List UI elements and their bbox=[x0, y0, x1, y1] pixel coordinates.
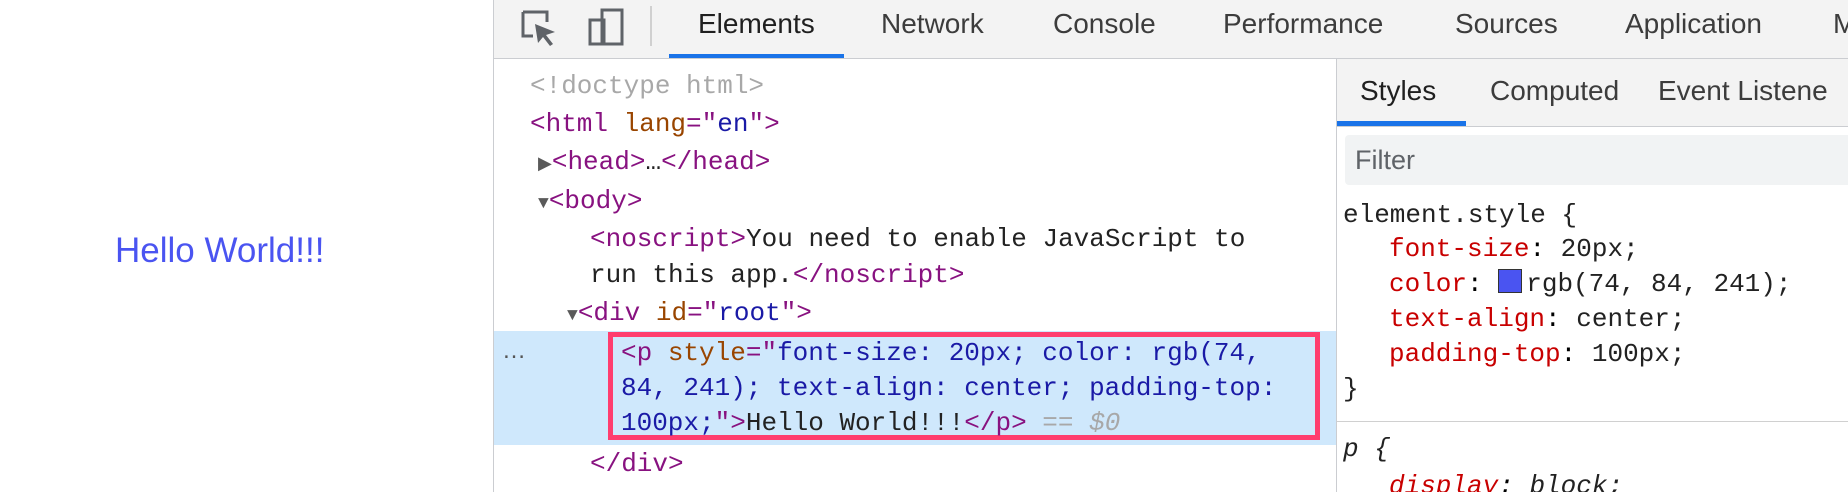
style-prop-text-align[interactable]: text-align: center; bbox=[1389, 304, 1685, 334]
tab-application[interactable]: Application bbox=[1625, 0, 1762, 58]
tab-sources[interactable]: Sources bbox=[1455, 0, 1558, 58]
prop-name: color bbox=[1389, 269, 1468, 299]
style-prop-color[interactable]: color: rgb(74, 84, 241); bbox=[1389, 269, 1791, 299]
noscript-node[interactable]: <noscript>You need to enable JavaScript … bbox=[590, 224, 1245, 254]
attr-eq: =" bbox=[686, 109, 718, 139]
console-ref: $0 bbox=[1089, 408, 1121, 438]
tag-close: "> bbox=[714, 408, 746, 438]
tab-event-listeners[interactable]: Event Listene bbox=[1658, 59, 1828, 126]
devtools-toolbar: Elements Network Console Performance Sou… bbox=[494, 0, 1848, 59]
tag-open: <head> bbox=[551, 147, 646, 177]
attr-value: en bbox=[717, 109, 749, 139]
prop-value: rgb(74, 84, 241); bbox=[1526, 269, 1792, 299]
tag-close: </p> bbox=[964, 408, 1027, 438]
html-node[interactable]: <html lang="en"> bbox=[530, 109, 780, 139]
attr-eq: =" bbox=[745, 338, 778, 368]
tab-more[interactable]: M bbox=[1833, 0, 1848, 58]
prop-name: text-align bbox=[1389, 304, 1546, 334]
filter-placeholder: Filter bbox=[1355, 145, 1415, 175]
color-swatch-icon[interactable] bbox=[1498, 269, 1523, 293]
active-tab-indicator bbox=[669, 54, 844, 58]
head-node[interactable]: ▶<head>…</head> bbox=[538, 147, 770, 177]
inspect-element-icon[interactable] bbox=[519, 8, 559, 48]
body-node[interactable]: ▼<body> bbox=[538, 186, 642, 216]
tag-open: <p bbox=[621, 338, 653, 368]
prop-name: padding-top bbox=[1389, 339, 1561, 369]
node-text: You need to enable JavaScript to bbox=[746, 224, 1246, 254]
p-node[interactable]: <p style="font-size: 20px; color: rgb(74… bbox=[621, 338, 1261, 368]
p-node-cont[interactable]: 100px;">Hello World!!!</p> == $0 bbox=[621, 408, 1120, 438]
node-text: run this app. bbox=[590, 260, 793, 290]
device-toolbar-icon[interactable] bbox=[586, 8, 626, 48]
element-style-selector: element.style { bbox=[1343, 200, 1578, 230]
attr-value: root bbox=[718, 298, 781, 328]
attr-eq: =" bbox=[687, 298, 719, 328]
collapse-triangle-icon[interactable]: ▼ bbox=[567, 306, 578, 326]
div-close-node[interactable]: </div> bbox=[590, 449, 684, 479]
tab-console[interactable]: Console bbox=[1053, 0, 1156, 58]
collapsed-ellipsis: … bbox=[645, 147, 662, 177]
tag-open: <html bbox=[530, 109, 609, 139]
tag-close: </div> bbox=[590, 449, 684, 479]
style-prop-font-size[interactable]: font-size: 20px; bbox=[1389, 234, 1639, 264]
tab-elements[interactable]: Elements bbox=[698, 0, 815, 58]
tag-open: <noscript> bbox=[590, 224, 747, 254]
rendered-page: Hello World!!! bbox=[0, 0, 493, 492]
tab-network[interactable]: Network bbox=[881, 0, 984, 58]
attr-value: font-size: 20px; color: rgb(74, bbox=[777, 338, 1261, 368]
attr-name: lang bbox=[623, 109, 687, 139]
styles-filter-input[interactable]: Filter bbox=[1345, 135, 1848, 185]
node-actions-ellipsis[interactable]: … bbox=[502, 337, 526, 365]
attr-name: id bbox=[655, 298, 688, 328]
prop-name: display bbox=[1389, 471, 1499, 492]
tab-styles[interactable]: Styles bbox=[1360, 59, 1436, 126]
collapse-triangle-icon[interactable]: ▼ bbox=[538, 194, 549, 214]
tab-performance[interactable]: Performance bbox=[1223, 0, 1383, 58]
expand-triangle-icon[interactable]: ▶ bbox=[538, 155, 552, 175]
attr-name: style bbox=[667, 338, 746, 368]
toolbar-separator bbox=[650, 6, 652, 46]
p-node-cont[interactable]: 84, 241); text-align: center; padding-to… bbox=[621, 373, 1276, 403]
tag-close: </head> bbox=[661, 147, 771, 177]
prop-value: 20px; bbox=[1560, 234, 1639, 264]
rule-divider bbox=[1337, 421, 1848, 422]
prop-value: center; bbox=[1576, 304, 1686, 334]
devtools-panel: Elements Network Console Performance Sou… bbox=[493, 0, 1848, 492]
noscript-node-cont[interactable]: run this app.</noscript> bbox=[590, 260, 964, 290]
style-prop-padding-top[interactable]: padding-top: 100px; bbox=[1389, 339, 1685, 369]
active-tab-indicator bbox=[1337, 121, 1466, 126]
tab-computed[interactable]: Computed bbox=[1490, 59, 1619, 126]
prop-value: 100px; bbox=[1591, 339, 1686, 369]
tag-open: <div bbox=[577, 298, 641, 328]
p-rule-prop-display[interactable]: display: block; bbox=[1389, 471, 1623, 492]
tag-close: "> bbox=[748, 109, 780, 139]
styles-tabbar: Styles Computed Event Listene bbox=[1337, 59, 1848, 127]
styles-pane: Styles Computed Event Listene Filter ele… bbox=[1336, 59, 1848, 492]
prop-value: block; bbox=[1529, 471, 1624, 492]
tag-close: "> bbox=[780, 298, 812, 328]
p-rule-selector: p { bbox=[1343, 434, 1390, 464]
tag-close: </noscript> bbox=[792, 260, 965, 290]
div-root-node[interactable]: ▼<div id="root"> bbox=[567, 298, 812, 328]
element-style-close: } bbox=[1343, 374, 1359, 404]
hello-world-paragraph[interactable]: Hello World!!! bbox=[115, 231, 324, 271]
attr-value: 84, 241); text-align: center; padding-to… bbox=[621, 373, 1277, 403]
node-text: Hello World!!! bbox=[745, 408, 965, 438]
attr-value: 100px; bbox=[621, 408, 715, 438]
console-ref-eq: == bbox=[1026, 408, 1090, 438]
dom-tree: … <!doctype html> <html lang="en"> ▶<hea… bbox=[494, 59, 1336, 492]
doctype-line[interactable]: <!doctype html> bbox=[530, 71, 764, 101]
prop-name: font-size bbox=[1389, 234, 1530, 264]
tag-open: <body> bbox=[548, 186, 643, 216]
doctype-text: <!doctype html> bbox=[530, 71, 765, 101]
